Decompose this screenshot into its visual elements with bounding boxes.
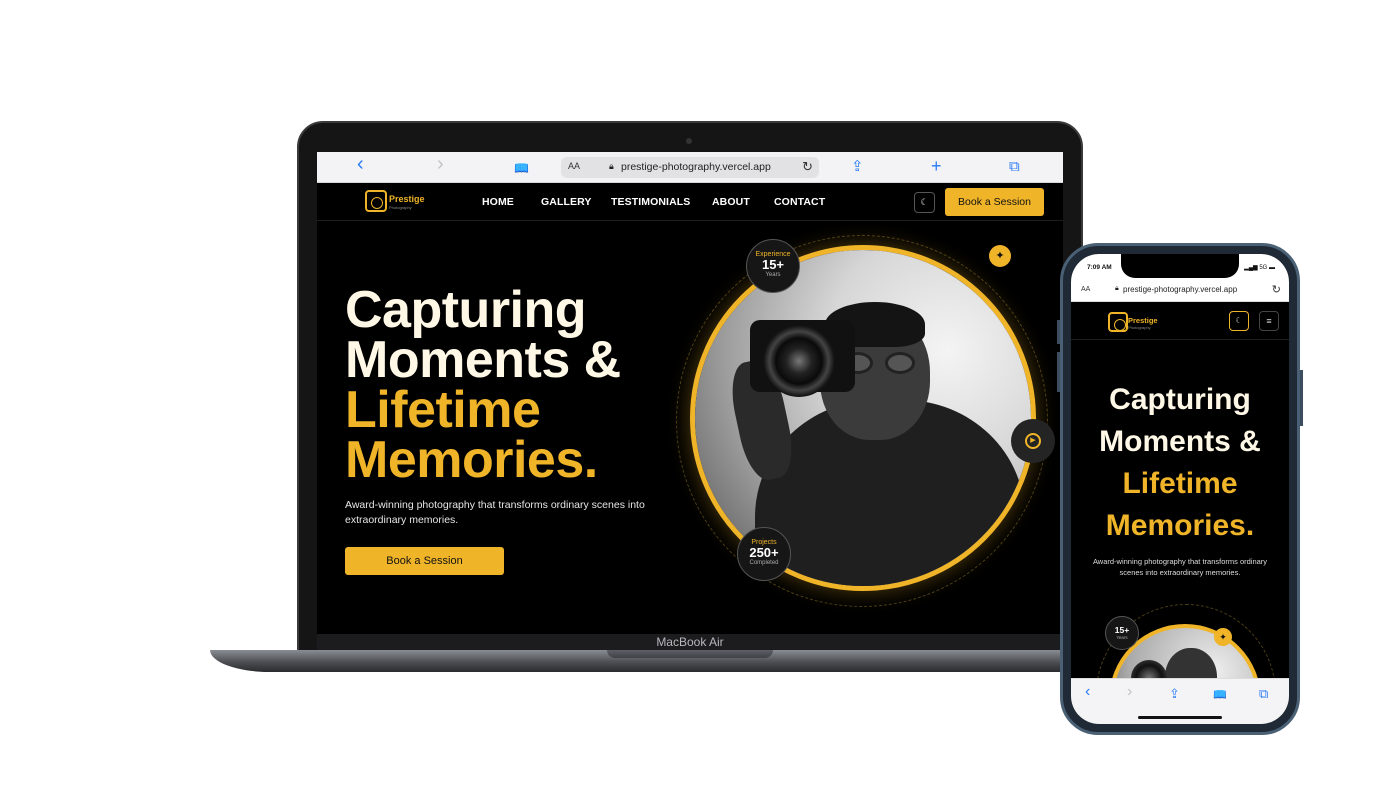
- phone-hero-line-4: Memories.: [1105, 509, 1255, 542]
- nav-book-session-button[interactable]: Book a Session: [945, 188, 1044, 216]
- hero-subtitle: Award-winning photography that transform…: [345, 499, 645, 526]
- address-bar[interactable]: AA 🔒︎ prestige-photography.vercel.app ↻: [561, 157, 819, 178]
- play-video-button[interactable]: ▶: [1011, 419, 1055, 463]
- text-size-button[interactable]: AA: [568, 161, 580, 171]
- sparkle-icon: ✦: [989, 245, 1011, 267]
- hero-line-1: Capturing: [345, 281, 587, 339]
- hero-book-session-button[interactable]: Book a Session: [345, 547, 504, 575]
- device-label: MacBook Air: [656, 635, 724, 649]
- nav-gallery[interactable]: GALLERY: [541, 196, 591, 208]
- nav-home[interactable]: HOME: [482, 196, 514, 208]
- experience-unit: Years: [765, 272, 781, 278]
- hero-line-2: Moments &: [345, 331, 621, 389]
- phone-bookmarks-icon[interactable]: 📖: [1213, 688, 1227, 701]
- moon-icon: ☾: [920, 197, 929, 207]
- projects-value: 250+: [749, 545, 779, 560]
- phone-hero-line-3: Lifetime: [1122, 467, 1238, 500]
- reader-book-icon[interactable]: 📖: [514, 158, 529, 178]
- brand-logo[interactable]: Prestige Photography: [365, 188, 435, 216]
- laptop-hinge-notch: [607, 650, 773, 658]
- phone-experience-value: 15+: [1114, 625, 1130, 635]
- phone-hero-subtitle: Award-winning photography that transform…: [1092, 557, 1268, 577]
- phone-back-icon[interactable]: ‹: [1085, 683, 1090, 701]
- phone-experience-badge: 15+ Years: [1105, 616, 1139, 650]
- forward-icon[interactable]: ›: [437, 154, 444, 174]
- nav-contact[interactable]: CONTACT: [774, 196, 825, 208]
- phone-camera-logo-icon: [1108, 312, 1128, 332]
- phone-site-navbar: Prestige Photography ☾ ≡: [1071, 302, 1289, 340]
- status-signal: ▂▄▆ 5G ▬: [1244, 264, 1275, 271]
- url-text: prestige-photography.vercel.app: [621, 161, 771, 173]
- phone-experience-unit: Years: [1116, 635, 1128, 640]
- phone-text-size-button[interactable]: AA: [1081, 286, 1090, 293]
- phone-screen: 7:09 AM ▂▄▆ 5G ▬ AA 🔒︎ prestige-photogra…: [1071, 254, 1289, 724]
- hamburger-menu-button[interactable]: ≡: [1259, 311, 1279, 331]
- hero-line-3: Lifetime: [345, 381, 541, 439]
- experience-badge: Experience 15+ Years: [746, 239, 800, 293]
- back-icon[interactable]: ‹: [357, 154, 364, 174]
- hero-heading: Capturing Moments & Lifetime Memories.: [345, 281, 621, 489]
- theme-toggle-button[interactable]: ☾: [914, 192, 935, 213]
- phone-hero-line-1: Capturing: [1109, 383, 1251, 416]
- status-time: 7:09 AM: [1087, 264, 1112, 271]
- logo-name: Prestige: [389, 194, 425, 204]
- play-icon: ▶: [1025, 433, 1041, 449]
- phone-logo-tagline: Photography: [1128, 325, 1151, 330]
- laptop-camera: [686, 138, 692, 144]
- hero-line-4: Memories.: [345, 431, 598, 489]
- phone-tabs-icon[interactable]: ⧉: [1259, 686, 1268, 702]
- menu-icon: ≡: [1266, 316, 1272, 326]
- phone-logo-name: Prestige: [1128, 316, 1158, 325]
- phone-url-text: prestige-photography.vercel.app: [1123, 285, 1238, 294]
- share-icon[interactable]: ⇪: [851, 157, 864, 177]
- network-type: 5G: [1259, 265, 1268, 271]
- laptop-screen: ‹ › 📖 AA 🔒︎ prestige-photography.vercel.…: [317, 152, 1063, 634]
- phone-lock-icon: 🔒︎: [1115, 285, 1119, 292]
- camera-logo-icon: [365, 190, 387, 212]
- tabs-overview-icon[interactable]: ⧉: [1009, 157, 1020, 177]
- nav-about[interactable]: ABOUT: [712, 196, 750, 208]
- logo-tagline: Photography: [389, 205, 412, 210]
- moon-icon: ☾: [1235, 316, 1243, 325]
- phone-volume-button: [1057, 352, 1060, 392]
- phone-hero-heading: Capturing Moments & Lifetime Memories.: [1071, 379, 1289, 547]
- home-indicator: [1138, 716, 1222, 719]
- site-navbar: Prestige Photography HOME GALLERY TESTIM…: [317, 183, 1063, 221]
- phone-sparkle-icon: ✦: [1214, 628, 1232, 646]
- phone-side-button: [1057, 320, 1060, 344]
- phone-power-button: [1300, 370, 1303, 426]
- experience-value: 15+: [761, 257, 785, 272]
- new-tab-icon[interactable]: +: [931, 156, 942, 176]
- phone-safari-bottom-bar: ‹ › ⇪ 📖 ⧉: [1071, 678, 1289, 724]
- phone-reload-icon[interactable]: ↻: [1272, 283, 1281, 296]
- phone-share-icon[interactable]: ⇪: [1169, 686, 1180, 702]
- reload-icon[interactable]: ↻: [802, 159, 813, 175]
- safari-toolbar: ‹ › 📖 AA 🔒︎ prestige-photography.vercel.…: [317, 152, 1063, 183]
- phone-forward-icon[interactable]: ›: [1127, 683, 1132, 701]
- phone-hero-line-2: Moments &: [1099, 425, 1261, 458]
- phone-notch: [1121, 254, 1239, 278]
- device-mockup-stage: ‹ › 📖 AA 🔒︎ prestige-photography.vercel.…: [0, 0, 1380, 793]
- phone-brand-logo[interactable]: Prestige Photography: [1108, 310, 1168, 334]
- battery-icon: ▬: [1269, 265, 1275, 271]
- projects-unit: Completed: [749, 560, 779, 566]
- nav-testimonials[interactable]: TESTIMONIALS: [611, 196, 690, 208]
- signal-icon: ▂▄▆: [1244, 265, 1260, 271]
- lock-icon: 🔒︎: [609, 161, 614, 171]
- phone-theme-toggle-button[interactable]: ☾: [1229, 311, 1249, 331]
- phone-address-bar[interactable]: AA 🔒︎ prestige-photography.vercel.app ↻: [1071, 280, 1289, 302]
- projects-badge: Projects 250+ Completed: [737, 527, 791, 581]
